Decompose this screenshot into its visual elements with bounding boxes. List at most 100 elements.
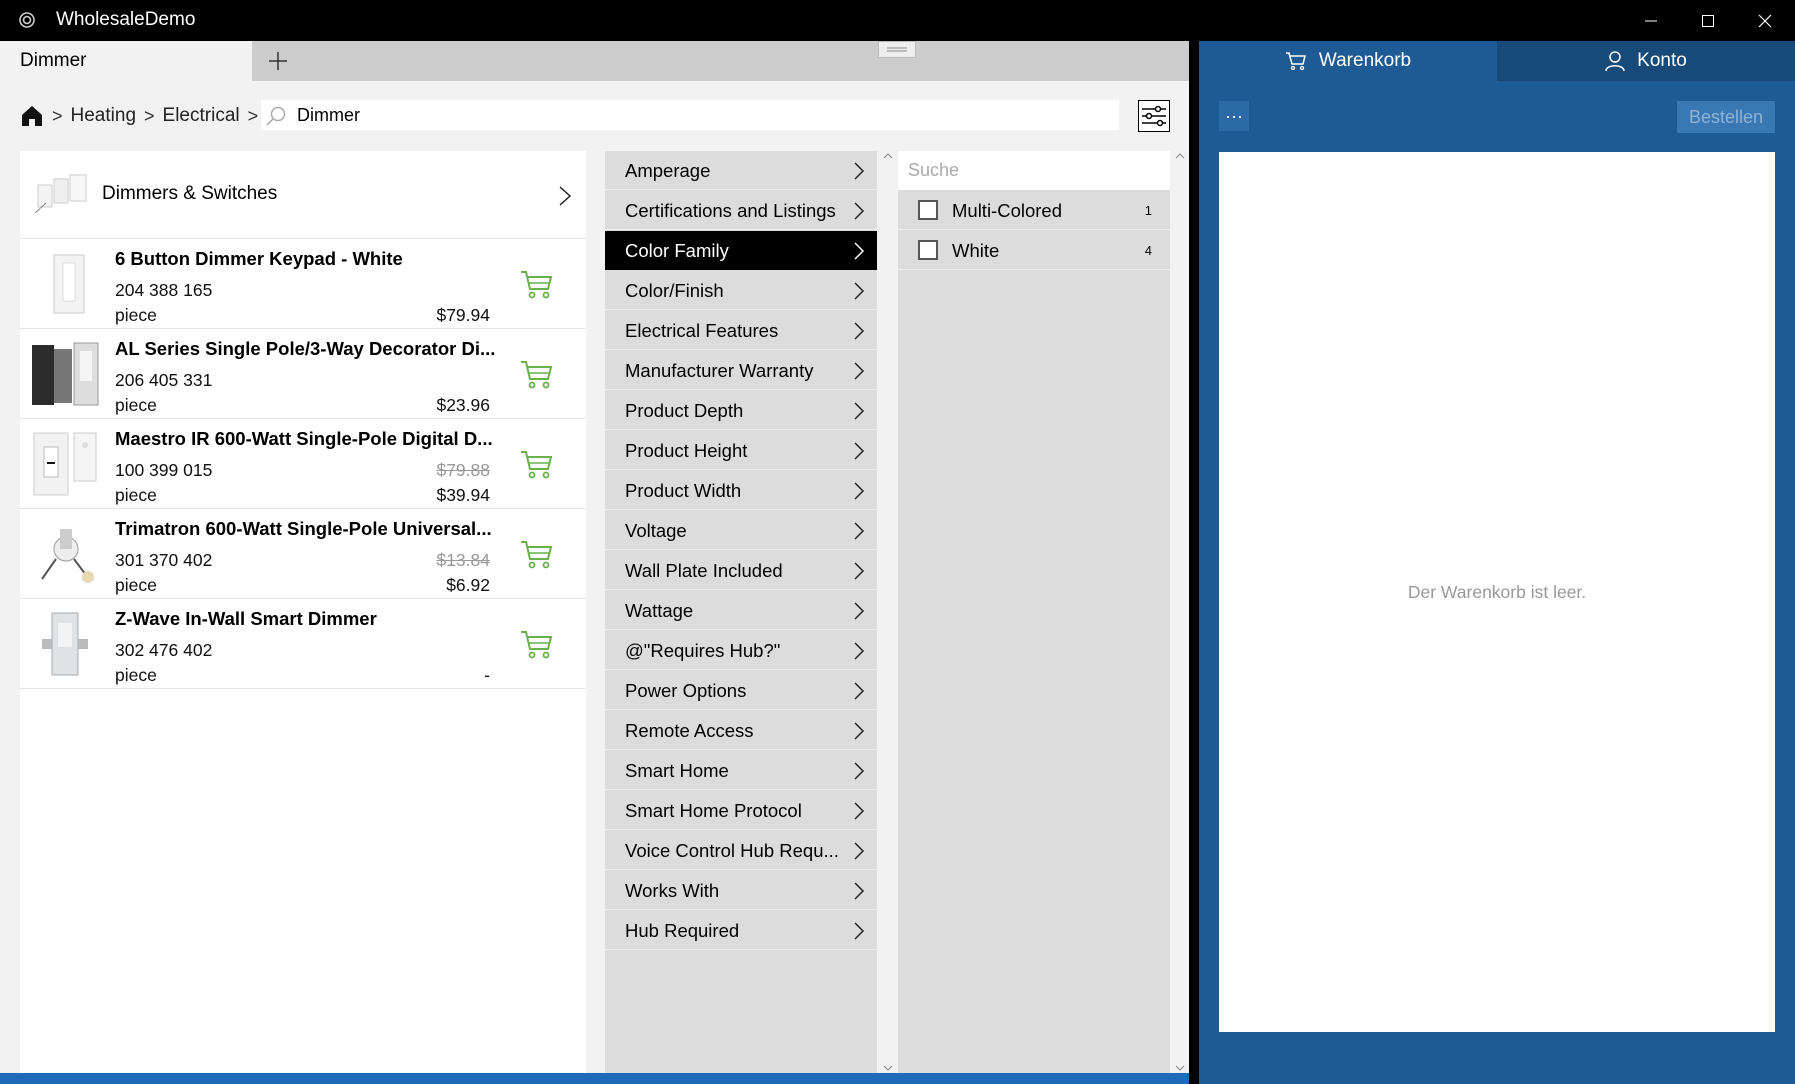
attribute-item[interactable]: Color/Finish — [605, 271, 877, 310]
attribute-label: Product Height — [625, 440, 748, 461]
product-price: $39.94 — [436, 485, 490, 505]
checkbox[interactable] — [918, 240, 938, 260]
chevron-right-icon — [854, 522, 865, 540]
breadcrumb-item-heating[interactable]: Heating — [71, 105, 137, 127]
attribute-item[interactable]: Manufacturer Warranty — [605, 351, 877, 390]
product-price: $23.96 — [436, 395, 490, 415]
tab-dimmer[interactable]: Dimmer — [0, 41, 252, 81]
product-name: Z-Wave In-Wall Smart Dimmer — [115, 608, 377, 629]
attribute-item[interactable]: @"Requires Hub?" — [605, 631, 877, 670]
maximize-button[interactable] — [1679, 0, 1736, 41]
product-unit: piece — [115, 575, 157, 595]
filter-sliders-icon — [1138, 100, 1170, 132]
product-thumbnail — [41, 529, 94, 583]
chevron-right-icon — [854, 562, 865, 580]
home-icon[interactable] — [20, 104, 44, 128]
attribute-item[interactable]: Product Height — [605, 431, 877, 470]
chevron-right-icon — [854, 242, 865, 260]
chevron-right-icon — [854, 642, 865, 660]
product-old-price: $13.84 — [436, 550, 490, 570]
attribute-label: Color Family — [625, 240, 729, 261]
tab-cart-label: Warenkorb — [1318, 50, 1412, 71]
filter-values-panel: Suche Multi-Colored 1 White 4 — [898, 151, 1170, 1073]
search-input[interactable]: Dimmer — [261, 100, 1119, 130]
scroll-up-arrow-icon[interactable] — [1175, 151, 1185, 161]
add-to-cart-icon[interactable] — [520, 269, 554, 299]
pane-divider[interactable] — [1189, 41, 1199, 1084]
product-unit: piece — [115, 485, 157, 505]
filter-button[interactable] — [1138, 100, 1170, 132]
attribute-label: Amperage — [625, 160, 711, 181]
attribute-item[interactable]: Hub Required — [605, 911, 877, 950]
product-thumbnail — [32, 342, 99, 406]
attribute-item[interactable]: Smart Home — [605, 751, 877, 790]
minimize-button[interactable] — [1622, 0, 1679, 41]
order-button[interactable]: Bestellen — [1677, 101, 1775, 133]
more-options-button[interactable]: ··· — [1219, 101, 1249, 131]
chevron-right-icon — [854, 322, 865, 340]
attribute-item[interactable]: Voice Control Hub Requ... — [605, 831, 877, 870]
attribute-label: Voice Control Hub Requ... — [625, 840, 839, 861]
product-name: Trimatron 600-Watt Single-Pole Universal… — [115, 518, 492, 539]
breadcrumb-separator: > — [52, 105, 63, 126]
tab-account[interactable]: Konto — [1497, 41, 1795, 81]
scroll-down-arrow-icon[interactable] — [1175, 1063, 1185, 1073]
attribute-item[interactable]: Power Options — [605, 671, 877, 710]
attribute-item-selected[interactable]: Color Family — [605, 231, 877, 270]
add-to-cart-icon[interactable] — [520, 539, 554, 569]
tab-label: Dimmer — [20, 50, 87, 71]
add-to-cart-icon[interactable] — [520, 629, 554, 659]
attribute-item[interactable]: Amperage — [605, 151, 877, 190]
product-row[interactable]: AL Series Single Pole/3-Way Decorator Di… — [20, 329, 586, 419]
product-price: $79.94 — [436, 305, 490, 325]
filter-value-label: Multi-Colored — [952, 200, 1063, 221]
add-tab-button[interactable] — [262, 45, 294, 77]
product-row[interactable]: 6 Button Dimmer Keypad - White 204 388 1… — [20, 239, 586, 329]
chevron-right-icon — [854, 762, 865, 780]
attribute-item[interactable]: Electrical Features — [605, 311, 877, 350]
attribute-item[interactable]: Wall Plate Included — [605, 551, 877, 590]
chevron-right-icon — [854, 282, 865, 300]
tab-strip: Dimmer — [0, 41, 1189, 81]
filter-value-item[interactable]: White 4 — [898, 231, 1170, 270]
add-to-cart-icon[interactable] — [520, 359, 554, 389]
attribute-item[interactable]: Product Width — [605, 471, 877, 510]
scroll-down-arrow-icon[interactable] — [883, 1063, 893, 1073]
attribute-item[interactable]: Smart Home Protocol — [605, 791, 877, 830]
breadcrumb-item-electrical[interactable]: Electrical — [163, 105, 240, 127]
checkbox[interactable] — [918, 200, 938, 220]
product-sku: 206 405 331 — [115, 370, 213, 390]
product-thumbnail — [33, 432, 97, 496]
scroll-up-arrow-icon[interactable] — [883, 151, 893, 161]
attribute-label: Works With — [625, 880, 720, 901]
product-row[interactable]: Maestro IR 600-Watt Single-Pole Digital … — [20, 419, 586, 509]
add-to-cart-icon[interactable] — [520, 449, 554, 479]
chevron-right-icon — [854, 162, 865, 180]
attribute-item[interactable]: Wattage — [605, 591, 877, 630]
values-search-placeholder: Suche — [908, 160, 960, 180]
values-search-input[interactable]: Suche — [898, 151, 1170, 190]
close-button[interactable] — [1736, 0, 1793, 41]
attribute-item[interactable]: Voltage — [605, 511, 877, 550]
cart-content: Der Warenkorb ist leer. — [1219, 152, 1775, 1032]
attribute-item[interactable]: Certifications and Listings — [605, 191, 877, 230]
attribute-item[interactable]: Remote Access — [605, 711, 877, 750]
grip-icon — [887, 47, 907, 52]
category-row[interactable]: Dimmers & Switches — [20, 151, 586, 239]
status-accent-bar — [0, 1073, 1189, 1084]
product-unit: piece — [115, 665, 157, 685]
chevron-right-icon — [854, 202, 865, 220]
chevron-right-icon — [854, 682, 865, 700]
drag-handle[interactable] — [878, 41, 916, 58]
tab-cart[interactable]: Warenkorb — [1199, 41, 1497, 81]
attribute-label: Power Options — [625, 680, 747, 701]
product-unit: piece — [115, 395, 157, 415]
attribute-label: Color/Finish — [625, 280, 724, 301]
attribute-list: Amperage Certifications and Listings Col… — [605, 151, 877, 1073]
filter-value-item[interactable]: Multi-Colored 1 — [898, 191, 1170, 230]
attribute-item[interactable]: Works With — [605, 871, 877, 910]
attribute-item[interactable]: Product Depth — [605, 391, 877, 430]
product-row[interactable]: Z-Wave In-Wall Smart Dimmer 302 476 402 … — [20, 599, 586, 689]
breadcrumb-separator: > — [247, 105, 259, 126]
product-row[interactable]: Trimatron 600-Watt Single-Pole Universal… — [20, 509, 586, 599]
